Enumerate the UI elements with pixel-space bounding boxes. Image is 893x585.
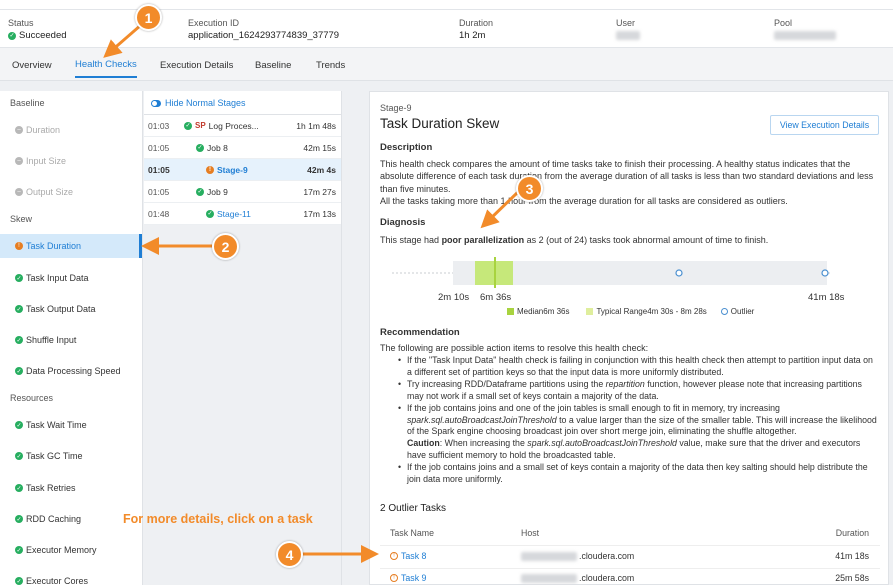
axis-label-min: 2m 10s [438,292,470,303]
outlier-task-row[interactable]: ! Task 8 .cloudera.com 41m 18s [380,546,880,569]
status-value: ✓ Succeeded [8,30,67,41]
stage-row[interactable]: 01:03 ✓ SP Log Proces... 1h 1m 48s [144,115,341,137]
check-circle-icon: ✓ [15,274,23,282]
callout-1: 1 [135,4,162,31]
recommendation-item: If the "Task Input Data" health check is… [380,355,880,379]
outlier-table-header: Task Name Host Duration [380,523,880,546]
outlier-task-row[interactable]: ! Task 9 .cloudera.com 25m 58s [380,569,880,585]
tab-execution-details[interactable]: Execution Details [160,52,233,78]
sidebar-item-rdd-caching[interactable]: ✓ RDD Caching [0,507,142,531]
warning-circle-icon: ! [206,165,214,174]
minus-circle-icon: – [15,126,23,134]
sidebar-item-task-duration[interactable]: ! Task Duration [0,234,142,258]
outlier-point[interactable] [675,269,683,277]
recommendation-item: If the job contains joins and one of the… [380,403,880,463]
duration-value: 1h 2m [459,30,486,41]
sidebar-item-executor-cores[interactable]: ✓ Executor Cores [0,569,142,585]
sidebar-item-data-processing-speed[interactable]: ✓ Data Processing Speed [0,359,142,383]
recommendation-item: Try increasing RDD/Dataframe partitions … [380,379,880,403]
sidebar-item-shuffle-input[interactable]: ✓ Shuffle Input [0,328,142,352]
duration-label: Duration [459,18,494,28]
check-circle-icon: ✓ [15,546,23,554]
user-label: User [616,18,636,28]
stage-row[interactable]: 01:05 ✓ Job 8 42m 15s [144,137,341,159]
outlier-point[interactable] [821,269,829,277]
recommendation-item: If the job contains joins and a small se… [380,462,880,486]
task-link[interactable]: ! Task 9 [390,573,426,583]
recommendation-heading: Recommendation [380,327,460,338]
axis-label-median: 6m 36s [480,292,512,303]
host-redacted [521,552,577,561]
summary-bar: Status ✓ Succeeded Execution ID applicat… [0,9,893,48]
check-circle-icon: ✓ [196,143,204,152]
section-heading-skew: Skew [10,214,33,224]
check-circle-icon: ✓ [206,209,214,218]
stage-row[interactable]: 01:05 ✓ Job 9 17m 27s [144,181,341,203]
check-circle-icon: ✓ [15,577,23,585]
recommendation-intro: The following are possible action items … [380,343,649,353]
outlier-tasks-heading: 2 Outlier Tasks [380,503,446,514]
sidebar-item-executor-memory[interactable]: ✓ Executor Memory [0,538,142,562]
chart-legend: Median 6m 36s Typical Range 4m 30s - 8m 28… [507,307,754,316]
check-circle-icon: ✓ [15,421,23,429]
outlier-swatch [720,308,728,315]
sidebar-item-output-size[interactable]: – Output Size [0,180,142,204]
check-circle-icon: ✓ [15,484,23,492]
host-redacted [521,574,577,583]
sp-badge: SP [195,121,206,130]
minus-circle-icon: – [15,157,23,165]
check-circle-icon: ✓ [15,452,23,460]
diagnosis-heading: Diagnosis [380,217,426,228]
toggle-icon [151,99,161,107]
view-execution-details-button[interactable]: View Execution Details [770,115,879,135]
sidebar-item-task-gc-time[interactable]: ✓ Task GC Time [0,444,142,468]
stage-label: Stage-9 [380,103,412,113]
diagnosis-text: This stage had poor parallelization as 2… [380,235,769,245]
annotation-hint: For more details, click on a task [123,512,313,526]
check-circle-icon: ✓ [15,336,23,344]
tab-overview[interactable]: Overview [12,52,52,78]
stage-row[interactable]: 01:48 ✓ Stage-11 17m 13s [144,203,341,225]
user-value-redacted [616,31,640,40]
section-heading-resources: Resources [10,393,54,403]
execution-id-label: Execution ID [188,18,240,28]
sidebar-item-input-size[interactable]: – Input Size [0,149,142,173]
warning-circle-icon: ! [390,552,398,560]
check-circle-icon: ✓ [15,305,23,313]
tab-baseline[interactable]: Baseline [255,52,291,78]
axis-label-max: 41m 18s [808,292,845,303]
section-heading-baseline: Baseline [10,98,45,108]
sidebar-item-task-wait-time[interactable]: ✓ Task Wait Time [0,413,142,437]
check-circle-icon: ✓ [15,367,23,375]
description-heading: Description [380,142,433,153]
page-title: Task Duration Skew [380,116,500,131]
check-circle-icon: ✓ [196,187,204,196]
description-text: This health check compares the amount of… [380,159,874,206]
recommendation-list: If the "Task Input Data" health check is… [380,355,880,486]
warning-circle-icon: ! [390,574,398,582]
warning-circle-icon: ! [15,242,23,250]
minus-circle-icon: – [15,188,23,196]
sidebar-item-task-retries[interactable]: ✓ Task Retries [0,476,142,500]
callout-4: 4 [276,541,303,568]
status-label: Status [8,18,34,28]
median-swatch [507,308,514,315]
stage-row-selected[interactable]: 01:05 ! Stage-9 42m 4s [144,159,341,181]
check-circle-icon: ✓ [184,121,192,130]
check-circle-icon: ✓ [8,31,16,40]
pool-label: Pool [774,18,793,28]
pool-value-redacted [774,31,836,40]
typical-range-swatch [586,308,594,315]
sidebar-item-task-output-data[interactable]: ✓ Task Output Data [0,297,142,321]
sidebar-item-task-input-data[interactable]: ✓ Task Input Data [0,266,142,290]
tab-health-checks[interactable]: Health Checks [75,52,137,78]
tab-trends[interactable]: Trends [316,52,345,78]
hide-normal-stages-toggle[interactable]: Hide Normal Stages [151,98,246,108]
execution-id-value: application_1624293774839_37779 [188,30,340,41]
callout-2: 2 [212,233,239,260]
sidebar-item-duration[interactable]: – Duration [0,118,142,142]
check-circle-icon: ✓ [15,515,23,523]
task-link[interactable]: ! Task 8 [390,551,426,561]
callout-3: 3 [516,175,543,202]
